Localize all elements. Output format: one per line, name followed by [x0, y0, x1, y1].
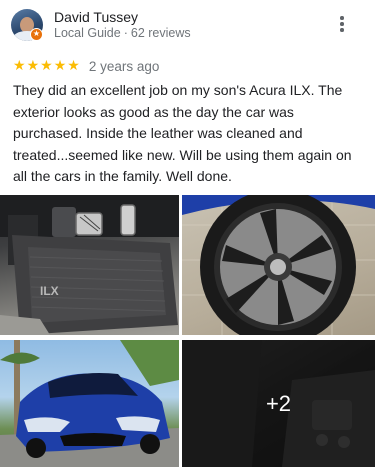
- wheel-illustration: [182, 195, 375, 335]
- more-vert-icon[interactable]: [334, 14, 350, 34]
- local-guide-label: Local Guide: [54, 26, 121, 40]
- reviewer-meta: Local Guide · 62 reviews: [54, 26, 191, 40]
- review-header: ★ David Tussey Local Guide · 62 reviews: [0, 0, 375, 50]
- meta-separator: ·: [123, 26, 128, 40]
- floor-mat-label: ILX: [40, 284, 59, 298]
- star-icon: ★: [40, 58, 53, 74]
- reviews-count: 62 reviews: [130, 26, 191, 40]
- car-illustration: [0, 340, 179, 467]
- local-guide-icon: ★: [30, 28, 43, 41]
- floor-mat-illustration: ILX: [0, 195, 179, 335]
- rating-row: ★ ★ ★ ★ ★ 2 years ago: [13, 58, 159, 74]
- photo-interior-console[interactable]: +2: [182, 340, 375, 467]
- star-icon: ★: [13, 58, 26, 74]
- more-photos-count[interactable]: +2: [182, 340, 375, 467]
- review-text: They did an excellent job on my son's Ac…: [13, 82, 352, 184]
- star-icon: ★: [67, 58, 80, 74]
- review-age: 2 years ago: [88, 58, 160, 74]
- photo-wheel[interactable]: [182, 195, 375, 335]
- star-icon: ★: [26, 58, 40, 74]
- photo-interior-floor[interactable]: ILX: [0, 195, 179, 335]
- reviewer-name[interactable]: David Tussey: [54, 9, 138, 25]
- star-icon: ★: [53, 58, 67, 74]
- photo-car-exterior[interactable]: [0, 340, 179, 467]
